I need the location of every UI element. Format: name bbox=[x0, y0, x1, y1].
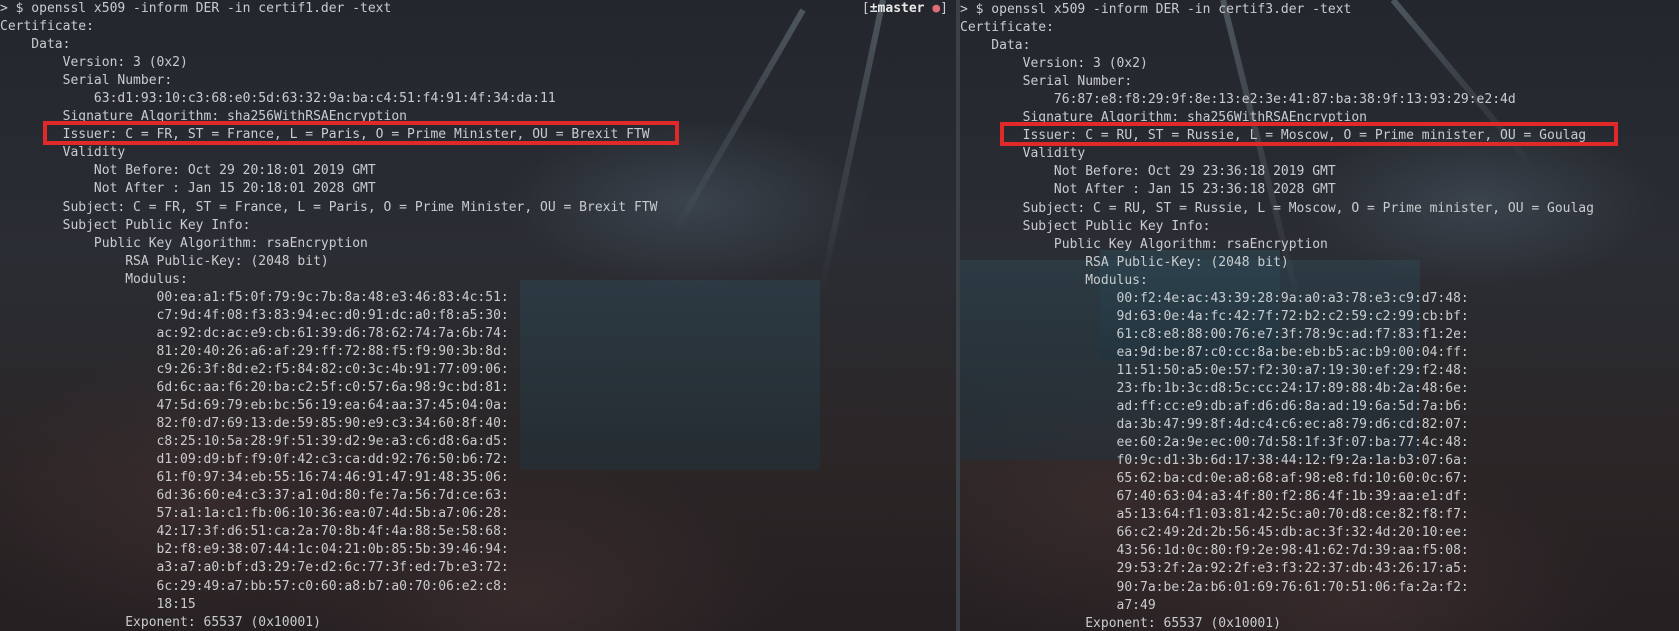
terminal-output-line: Public Key Algorithm: rsaEncryption bbox=[0, 235, 368, 251]
terminal-output-line: Modulus: bbox=[0, 271, 188, 287]
terminal-output-line: Subject Public Key Info: bbox=[0, 217, 251, 233]
terminal-output-line: 63:d1:93:10:c3:68:e0:5d:63:32:9a:ba:c4:5… bbox=[0, 91, 556, 107]
terminal-output-line: 81:20:40:26:a6:af:29:ff:72:88:f5:f9:90:3… bbox=[0, 343, 509, 359]
terminal-output-line: ee:60:2a:9e:ec:00:7d:58:1f:3f:07:ba:77:4… bbox=[960, 435, 1469, 451]
terminal-output-line: Data: bbox=[0, 37, 71, 53]
terminal-output-line: Subject Public Key Info: bbox=[960, 218, 1211, 234]
terminal-output-line: Version: 3 (0x2) bbox=[960, 56, 1148, 72]
terminal-output-line: RSA Public-Key: (2048 bit) bbox=[960, 254, 1289, 270]
terminal-output-line: 29:53:2f:2a:92:2f:e3:f3:22:37:db:43:26:1… bbox=[960, 561, 1469, 577]
terminal-output-line: Not After : Jan 15 23:36:18 2028 GMT bbox=[960, 182, 1336, 198]
terminal-output-line: ac:92:dc:ac:e9:cb:61:39:d6:78:62:74:7a:6… bbox=[0, 325, 509, 341]
terminal-output-line: Data: bbox=[960, 38, 1031, 54]
terminal-output-line: Exponent: 65537 (0x10001) bbox=[0, 614, 321, 630]
terminal-output-line: 47:5d:69:79:eb:bc:56:19:ea:64:aa:37:45:0… bbox=[0, 398, 509, 414]
terminal-output-line: 61:f0:97:34:eb:55:16:74:46:91:47:91:48:3… bbox=[0, 470, 509, 486]
terminal-output-line: Subject: C = FR, ST = France, L = Paris,… bbox=[0, 199, 658, 215]
git-status-badge: [±master ●] bbox=[861, 1, 948, 16]
terminal-output-line: 57:a1:1a:c1:fb:06:10:36:ea:07:4d:5b:a7:0… bbox=[0, 506, 509, 522]
issuer-highlight-box bbox=[1000, 122, 1618, 146]
terminal-output-line: a7:49 bbox=[960, 597, 1156, 613]
terminal-output-line: b2:f8:e9:38:07:44:1c:04:21:0b:85:5b:39:4… bbox=[0, 542, 509, 558]
terminal-output-line: 6d:6c:aa:f6:20:ba:c2:5f:c0:57:6a:98:9c:b… bbox=[0, 379, 509, 395]
terminal-output-line: 82:f0:d7:69:13:de:59:85:90:e9:c3:34:60:8… bbox=[0, 416, 509, 432]
terminal-output-line: c7:9d:4f:08:f3:83:94:ec:d0:91:dc:a0:f8:a… bbox=[0, 307, 509, 323]
terminal-pane-left[interactable]: > $ openssl x509 -inform DER -in certif1… bbox=[0, 0, 956, 631]
terminal-output-line: c9:26:3f:8d:e2:f5:84:82:c0:3c:4b:91:77:0… bbox=[0, 361, 509, 377]
terminal-output-line: 65:62:ba:cd:0e:a8:68:af:98:e8:fd:10:60:0… bbox=[960, 471, 1469, 487]
terminal-output-left[interactable]: > $ openssl x509 -inform DER -in certif1… bbox=[0, 0, 657, 631]
terminal-output-line: 11:51:50:a5:0e:57:f2:30:a7:19:30:ef:29:f… bbox=[960, 362, 1469, 378]
background-light-beam bbox=[670, 8, 806, 237]
terminal-output-line: ad:ff:cc:e9:db:af:d6:d6:8a:ad:19:6a:5d:7… bbox=[960, 399, 1469, 415]
terminal-command-line: > $ openssl x509 -inform DER -in certif3… bbox=[960, 2, 1352, 17]
terminal-output-line: Certificate: bbox=[0, 19, 94, 35]
terminal-output-line: da:3b:47:99:8f:4d:c4:c6:ec:a8:79:d6:cd:8… bbox=[960, 417, 1469, 433]
terminal-output-line: 6d:36:60:e4:c3:37:a1:0d:80:fe:7a:56:7d:c… bbox=[0, 488, 509, 504]
terminal-output-line: 42:17:3f:d6:51:ca:2a:70:8b:4f:4a:88:5e:5… bbox=[0, 524, 509, 540]
terminal-output-line: Not Before: Oct 29 23:36:18 2019 GMT bbox=[960, 164, 1336, 180]
terminal-output-line: f0:9c:d1:3b:6d:17:38:44:12:f9:2a:1a:b3:0… bbox=[960, 453, 1469, 469]
terminal-output-line: 00:f2:4e:ac:43:39:28:9a:a0:a3:78:e3:c9:d… bbox=[960, 290, 1469, 306]
background-light-beam bbox=[817, 0, 886, 295]
terminal-output-line: Modulus: bbox=[960, 272, 1148, 288]
terminal-output-line: 9d:63:0e:4a:fc:42:7f:72:b2:c2:59:c2:99:c… bbox=[960, 308, 1469, 324]
terminal-output-right[interactable]: > $ openssl x509 -inform DER -in certif3… bbox=[960, 1, 1594, 631]
terminal-output-line: Serial Number: bbox=[0, 73, 173, 89]
terminal-output-line: 66:c2:49:2d:2b:56:45:db:ac:3f:32:4d:20:1… bbox=[960, 525, 1469, 541]
terminal-output-line: Not Before: Oct 29 20:18:01 2019 GMT bbox=[0, 163, 376, 179]
terminal-output-line: 90:7a:be:2a:b6:01:69:76:61:70:51:06:fa:2… bbox=[960, 579, 1469, 595]
terminal-output-line: 67:40:63:04:a3:4f:80:f2:86:4f:1b:39:aa:e… bbox=[960, 489, 1469, 505]
terminal-output-line: Serial Number: bbox=[960, 74, 1133, 90]
terminal-output-line: Public Key Algorithm: rsaEncryption bbox=[960, 236, 1328, 252]
terminal-output-line: 6c:29:49:a7:bb:57:c0:60:a8:b7:a0:70:06:e… bbox=[0, 578, 509, 594]
terminal-output-line: a5:13:64:f1:03:81:42:5c:a0:70:d8:ce:82:f… bbox=[960, 507, 1469, 523]
terminal-output-line: ea:9d:be:87:c0:cc:8a:be:eb:b5:ac:b9:00:0… bbox=[960, 344, 1469, 360]
terminal-output-line: 76:87:e8:f8:29:9f:8e:13:e2:3e:41:87:ba:3… bbox=[960, 92, 1516, 108]
terminal-output-line: 18:15 bbox=[0, 596, 196, 612]
terminal-output-line: Validity bbox=[960, 146, 1086, 162]
terminal-output-line: 23:fb:1b:3c:d8:5c:cc:24:17:89:88:4b:2a:4… bbox=[960, 380, 1469, 396]
terminal-output-line: Exponent: 65537 (0x10001) bbox=[960, 615, 1281, 631]
terminal-output-line: Certificate: bbox=[960, 20, 1054, 36]
terminal-output-line: RSA Public-Key: (2048 bit) bbox=[0, 253, 329, 269]
terminal-output-line: d1:09:d9:bf:f9:0f:42:c3:ca:dd:92:76:50:b… bbox=[0, 452, 509, 468]
terminal-output-line: 43:56:1d:0c:80:f9:2e:98:41:62:7d:39:aa:f… bbox=[960, 543, 1469, 559]
terminal-output-line: Validity bbox=[0, 145, 126, 161]
terminal-command-line: > $ openssl x509 -inform DER -in certif1… bbox=[0, 1, 392, 16]
terminal-output-line: a3:a7:a0:bf:d3:29:7e:d2:6c:77:3f:ed:7b:e… bbox=[0, 560, 509, 576]
terminal-output-line: c8:25:10:5a:28:9f:51:39:d2:9e:a3:c6:d8:6… bbox=[0, 434, 509, 450]
terminal-output-line: 00:ea:a1:f5:0f:79:9c:7b:8a:48:e3:46:83:4… bbox=[0, 289, 509, 305]
terminal-output-line: Not After : Jan 15 20:18:01 2028 GMT bbox=[0, 181, 376, 197]
issuer-highlight-box bbox=[43, 121, 679, 145]
terminal-pane-right[interactable]: > $ openssl x509 -inform DER -in certif3… bbox=[960, 0, 1679, 631]
terminal-output-line: Version: 3 (0x2) bbox=[0, 55, 188, 71]
terminal-output-line: Subject: C = RU, ST = Russie, L = Moscow… bbox=[960, 200, 1594, 216]
terminal-output-line: 61:c8:e8:88:00:76:e7:3f:78:9c:ad:f7:83:f… bbox=[960, 326, 1469, 342]
